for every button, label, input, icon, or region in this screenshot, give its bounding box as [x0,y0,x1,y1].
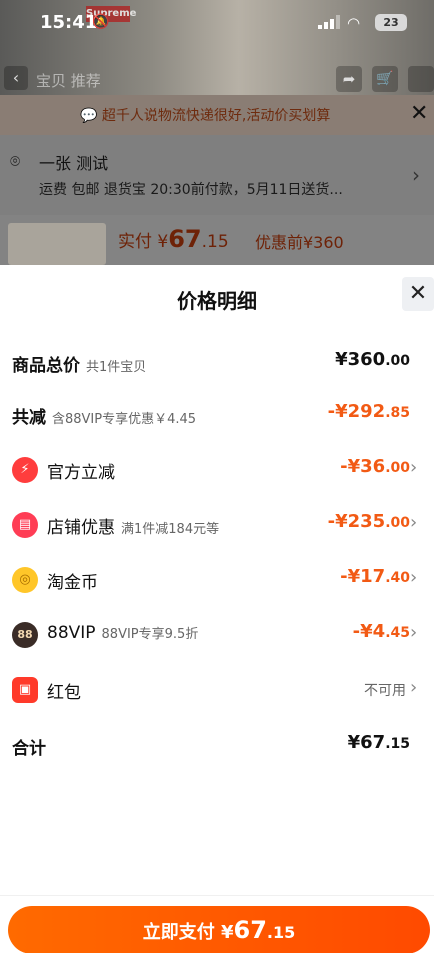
signal-icon [318,15,340,29]
nav-tabs[interactable]: 宝贝 推荐 [36,70,101,91]
goods-count: 共1件宝贝 [86,360,147,375]
red-packet-icon: ▣ [12,677,38,703]
row-official-discount[interactable]: ⚡ 官方立减 -¥36.00 › [0,450,434,490]
official-discount-amount: -¥36.00 [340,456,410,477]
row-shop-discount[interactable]: ▤ 店铺优惠 满1件减184元等 -¥235.00 › [0,505,434,545]
status-bar: 15:41 🔕 ◠ 23 [0,0,434,46]
vip-note: 88VIP专享9.5折 [101,627,199,642]
paid-prefix: 实付 ¥ [118,232,169,252]
amount-cents: .00 [385,353,410,369]
amount-main: ¥67 [347,732,386,753]
row-red-packet[interactable]: ▣ 红包 不可用 › [0,670,434,710]
amount-main: -¥292 [327,401,386,422]
vip88-icon: 88 [12,622,38,648]
wifi-icon: ◠ [347,14,361,32]
amount-main: -¥235 [327,511,386,532]
cart-icon[interactable]: 🛒 [372,66,398,92]
amount-cents: .85 [385,405,410,421]
row-label: 红包 [47,683,81,703]
total-discount-label: 共减 [12,408,46,428]
chevron-right-icon: › [412,163,420,187]
amount-main: -¥4 [352,621,386,642]
battery-icon: 23 [375,14,407,31]
paid-cents: .15 [201,232,229,252]
row-taobao-coins[interactable]: ◎ 淘金币 -¥17.40 › [0,560,434,600]
coin-discount-amount: -¥17.40 [340,566,410,587]
pay-value: 67 [233,916,267,944]
amount-main: -¥17 [340,566,386,587]
price-detail-sheet: 价格明细 ✕ 商品总价 共1件宝贝 ¥360.00 共减 含88VIP专享优惠￥4.… [0,265,434,953]
pay-prefix: 立即支付 ¥ [142,922,234,943]
background-page: Supreme 15:41 🔕 ◠ 23 ‹ 宝贝 推荐 ➦ 🛒 💬 超千人说物… [0,0,434,265]
vip-discount-amount: -¥4.45 [353,621,410,642]
close-icon[interactable]: ✕ [402,277,434,311]
share-icon[interactable]: ➦ [336,66,362,92]
amount-cents: .40 [385,570,410,586]
row-label: 合计 [12,739,46,759]
chevron-right-icon: › [410,512,418,533]
notice-close-icon[interactable]: ✕ [410,101,428,126]
amount-cents: .00 [385,460,410,476]
chevron-right-icon: › [410,457,418,478]
pre-discount-price: 优惠前¥360 [255,233,344,252]
row-total-discount: 共减 含88VIP专享优惠￥4.45 -¥292.85 [0,395,434,435]
chevron-right-icon: › [410,567,418,588]
unavailable-status: 不可用 [364,683,406,699]
row-label: 官方立减 [47,463,115,483]
goods-total-label: 商品总价 [12,356,80,376]
amount-cents: .00 [385,515,410,531]
total-amount: ¥67.15 [348,732,410,753]
row-label: 店铺优惠 满1件减184元等 [47,513,219,538]
vip-discount-note: 含88VIP专享优惠￥4.45 [52,412,197,427]
coin-icon: ◎ [12,567,38,593]
row-label: 88VIP 88VIP专享9.5折 [47,623,198,643]
shop-discount-label: 店铺优惠 [47,518,115,538]
more-icon[interactable] [408,66,434,92]
notice-text: 💬 超千人说物流快递很好,活动价买划算 [80,108,331,124]
address-card[interactable]: ⌾ 一张 测试 运费 包邮 退货宝 20:30前付款，5月11日送货... › [0,135,434,215]
pay-cents: .15 [266,923,296,942]
notice-banner: 💬 超千人说物流快递很好,活动价买划算 ✕ [0,95,434,135]
order-summary: 实付 ¥67.15 优惠前¥360 [0,215,434,265]
row-label: 商品总价 共1件宝贝 [12,351,146,376]
address-name: 一张 测试 [39,154,109,173]
pay-now-button[interactable]: 立即支付 ¥67.15 [8,906,430,953]
amount-cents: .45 [385,625,410,641]
paid-amount: 实付 ¥67.15 [118,225,229,253]
vip-label: 88VIP [47,623,96,643]
sheet-title: 价格明细 [177,289,257,313]
row-label: 共减 含88VIP专享优惠￥4.45 [12,403,196,428]
row-88vip[interactable]: 88 88VIP 88VIP专享9.5折 -¥4.45 › [0,615,434,655]
total-discount-amount: -¥292.85 [328,401,410,422]
shop-discount-amount: -¥235.00 [328,511,410,532]
row-total: 合计 ¥67.15 [0,726,434,766]
location-pin-icon: ⌾ [10,152,21,172]
amount-main: ¥360 [335,349,386,370]
mute-icon: 🔕 [92,14,110,30]
row-label: 淘金币 [47,573,98,593]
goods-total-amount: ¥360.00 [335,349,410,370]
shop-discount-note: 满1件减184元等 [121,522,220,537]
row-goods-total: 商品总价 共1件宝贝 ¥360.00 [0,343,434,383]
paid-value: 67 [168,225,202,253]
amount-cents: .15 [385,736,410,752]
shop-icon: ▤ [12,512,38,538]
chevron-right-icon: › [410,622,418,643]
notice-label: 超千人说物流快递很好,活动价买划算 [101,108,331,124]
back-icon[interactable]: ‹ [4,66,28,90]
amount-main: -¥36 [340,456,386,477]
status-time: 15:41 [40,12,98,33]
bottom-bar: 立即支付 ¥67.15 [0,895,434,953]
lightning-icon: ⚡ [12,457,38,483]
chevron-right-icon: › [410,677,418,698]
product-thumbnail [8,223,106,265]
shipping-info: 运费 包邮 退货宝 20:30前付款，5月11日送货... [39,182,343,198]
